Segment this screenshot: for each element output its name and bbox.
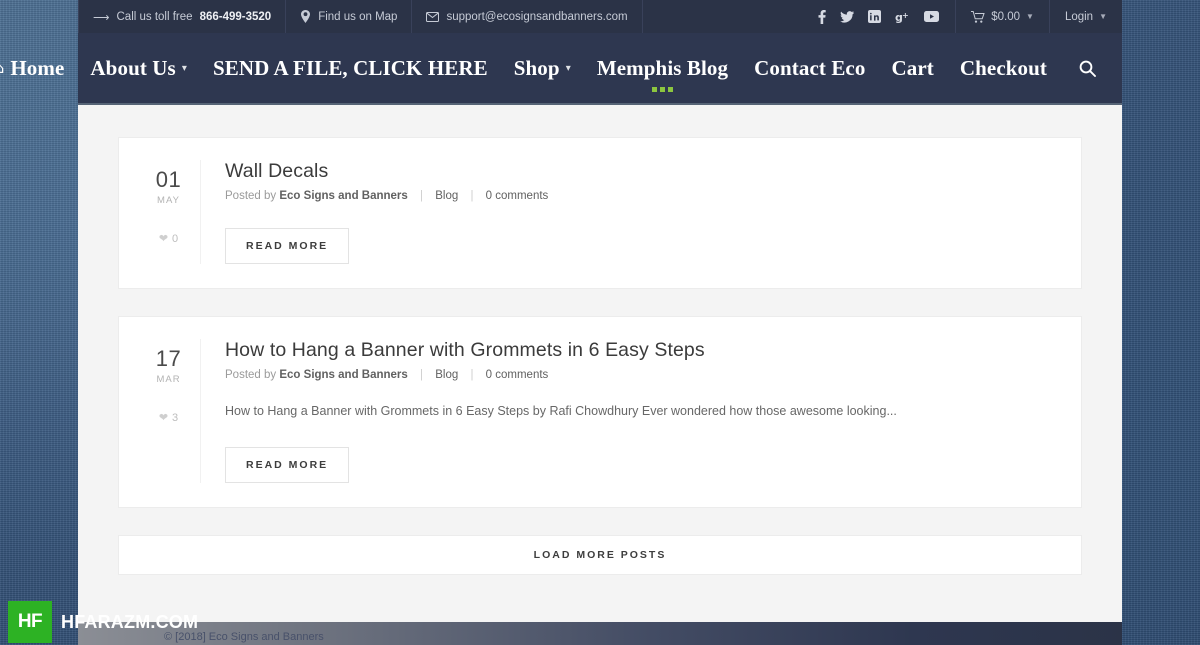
- nav-item-checkout[interactable]: Checkout: [947, 32, 1060, 104]
- post-month: MAR: [156, 374, 181, 386]
- posted-by-label: Posted by: [225, 369, 277, 381]
- svg-text:+: +: [902, 11, 909, 20]
- support-email[interactable]: support@ecosignsandbanners.com: [446, 11, 627, 23]
- social-links: g +: [808, 0, 957, 33]
- googleplus-icon[interactable]: g +: [895, 11, 910, 23]
- nav-item-shop[interactable]: Shop ▾: [501, 32, 584, 104]
- support-email-item[interactable]: support@ecosignsandbanners.com: [412, 0, 643, 33]
- heart-icon: ❤: [158, 412, 169, 425]
- post-title[interactable]: Wall Decals: [225, 160, 1051, 183]
- toll-free-phone-item[interactable]: ⟶ Call us toll free 866-499-3520: [78, 0, 287, 33]
- nav-label: Cart: [891, 55, 934, 80]
- phone-number[interactable]: 866-499-3520: [200, 11, 272, 23]
- top-utility-bar: ⟶ Call us toll free 866-499-3520 Find us…: [78, 0, 1122, 33]
- map-label: Find us on Map: [318, 10, 398, 23]
- blog-list: 01 MAY ❤ 0 Wall Decals Posted by Eco Sig…: [78, 105, 1122, 575]
- load-more-posts-button[interactable]: LOAD MORE POSTS: [118, 535, 1082, 575]
- nav-item-memphis-blog[interactable]: Memphis Blog: [584, 32, 741, 104]
- post-meta: Posted by Eco Signs and Banners | Blog |…: [225, 190, 1051, 202]
- nav-label: Contact Eco: [754, 55, 866, 80]
- active-page-indicator: [584, 87, 741, 92]
- post-date-column: 17 MAR ❤ 3: [137, 339, 201, 483]
- nav-label: Memphis Blog: [596, 55, 729, 80]
- nav-item-contact-eco[interactable]: Contact Eco: [741, 32, 878, 104]
- cart-dropdown[interactable]: $0.00 ▼: [956, 0, 1050, 33]
- login-label: Login: [1064, 10, 1094, 23]
- post-day: 17: [155, 346, 182, 371]
- post-title[interactable]: How to Hang a Banner with Grommets in 6 …: [225, 339, 1051, 362]
- watermark: HF HFARAZM.COM: [8, 601, 198, 643]
- youtube-icon[interactable]: [924, 11, 940, 22]
- post-meta: Posted by Eco Signs and Banners | Blog |…: [225, 369, 1051, 381]
- like-count: 0: [172, 232, 179, 245]
- nav-label: Home: [10, 55, 65, 80]
- read-more-button[interactable]: READ MORE: [225, 228, 350, 264]
- nav-label: SEND A FILE, CLICK HERE: [212, 55, 488, 80]
- post-body: How to Hang a Banner with Grommets in 6 …: [201, 339, 1081, 483]
- nav-item-cart[interactable]: Cart: [878, 32, 946, 104]
- nav-item-send-a-file[interactable]: SEND A FILE, CLICK HERE: [200, 32, 501, 104]
- chevron-down-icon: ▾: [565, 62, 571, 74]
- meta-separator: |: [420, 369, 424, 381]
- facebook-icon[interactable]: [818, 9, 826, 24]
- like-count: 3: [172, 411, 179, 424]
- twitter-icon[interactable]: [840, 10, 855, 23]
- toll-free-label: Call us toll free: [116, 10, 193, 23]
- main-navigation-bar: ⌂ Home About Us ▾ SEND A FILE, CLICK HER…: [0, 33, 1122, 105]
- meta-separator: |: [470, 369, 474, 381]
- post-likes[interactable]: ❤ 0: [137, 232, 200, 246]
- post-comments[interactable]: 0 comments: [486, 190, 549, 202]
- nav-item-about-us[interactable]: About Us ▾: [77, 32, 200, 104]
- post-card: 17 MAR ❤ 3 How to Hang a Banner with Gro…: [118, 316, 1082, 508]
- envelope-icon: [426, 11, 440, 22]
- footer-strip: © [2018] Eco Signs and Banners: [78, 622, 1122, 645]
- topbar-left-group: ⟶ Call us toll free 866-499-3520 Find us…: [78, 0, 643, 33]
- watermark-text: HFARAZM.COM: [61, 611, 199, 632]
- read-more-button[interactable]: READ MORE: [225, 447, 350, 483]
- post-author[interactable]: Eco Signs and Banners: [279, 190, 407, 202]
- post-month: MAY: [157, 195, 180, 207]
- meta-separator: |: [470, 190, 474, 202]
- nav-label: Checkout: [959, 55, 1047, 80]
- post-excerpt: How to Hang a Banner with Grommets in 6 …: [225, 404, 897, 418]
- nav-list: ⌂ Home About Us ▾ SEND A FILE, CLICK HER…: [0, 32, 1100, 104]
- meta-separator: |: [420, 190, 424, 202]
- post-category[interactable]: Blog: [435, 369, 458, 381]
- post-day: 01: [155, 167, 182, 192]
- topbar-right-group: g + $0.00 ▼ Login ▼: [808, 0, 1122, 33]
- nav-label: Shop: [513, 55, 560, 80]
- map-pin-icon: [300, 10, 311, 23]
- site-container: ⟶ Call us toll free 866-499-3520 Find us…: [0, 0, 1122, 645]
- find-us-on-map-item[interactable]: Find us on Map: [286, 0, 413, 33]
- login-dropdown[interactable]: Login ▼: [1050, 0, 1122, 33]
- nav-label: About Us: [90, 55, 176, 80]
- shopping-cart-icon: [971, 10, 985, 23]
- nav-item-home[interactable]: ⌂ Home: [0, 32, 77, 104]
- post-card: 01 MAY ❤ 0 Wall Decals Posted by Eco Sig…: [118, 137, 1082, 289]
- linkedin-icon[interactable]: [868, 10, 882, 23]
- search-icon[interactable]: [1074, 32, 1100, 104]
- chevron-down-icon: ▾: [181, 62, 187, 74]
- chevron-down-icon: ▼: [1026, 12, 1034, 21]
- post-comments[interactable]: 0 comments: [486, 369, 549, 381]
- cart-total: $0.00: [991, 10, 1021, 23]
- post-body: Wall Decals Posted by Eco Signs and Bann…: [201, 160, 1081, 264]
- arrow-right-icon: ⟶: [93, 11, 110, 24]
- watermark-logo: HF: [8, 601, 52, 643]
- posted-by-label: Posted by: [225, 190, 277, 202]
- chevron-down-icon: ▼: [1099, 12, 1107, 21]
- post-date-column: 01 MAY ❤ 0: [137, 160, 201, 264]
- heart-icon: ❤: [158, 233, 169, 246]
- post-likes[interactable]: ❤ 3: [137, 411, 200, 425]
- post-author[interactable]: Eco Signs and Banners: [279, 369, 407, 381]
- post-category[interactable]: Blog: [435, 190, 458, 202]
- home-icon: ⌂: [0, 59, 4, 77]
